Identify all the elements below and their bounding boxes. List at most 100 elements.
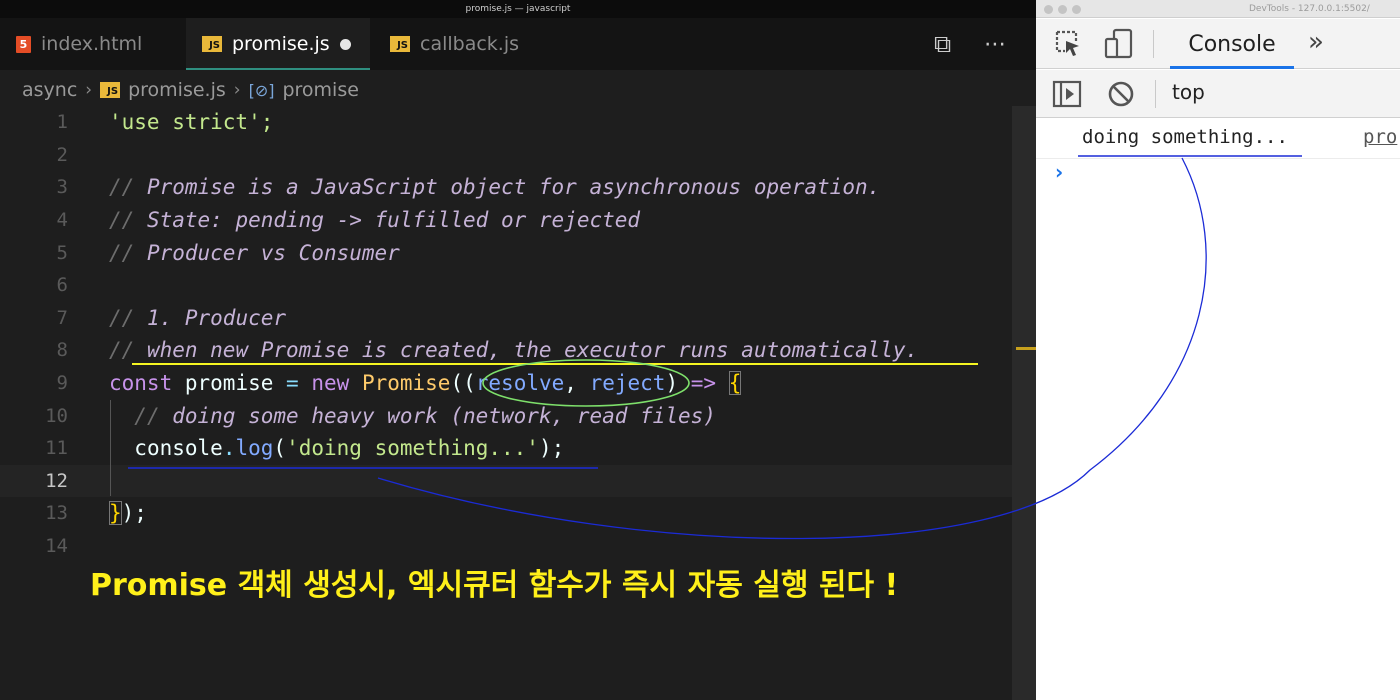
object-console: console bbox=[134, 436, 223, 461]
caption-subtitle: Promise 객체 생성시, 엑시큐터 함수가 즉시 자동 실행 된다 ! bbox=[90, 568, 899, 603]
line-number: 12 bbox=[45, 469, 68, 492]
function-log: log bbox=[235, 436, 274, 461]
line-number: 8 bbox=[56, 339, 68, 362]
console-source-link[interactable]: pro bbox=[1363, 126, 1397, 148]
console-message: doing something... bbox=[1082, 126, 1288, 148]
paren-open: ( bbox=[273, 436, 287, 461]
comment-slash: // bbox=[134, 403, 160, 428]
line-number: 9 bbox=[56, 372, 68, 395]
operator-assign: = bbox=[286, 371, 299, 396]
vertical-scrollbar[interactable] bbox=[1012, 106, 1036, 700]
maximize-window-icon[interactable] bbox=[1072, 5, 1081, 14]
code-line-1: 1 'use strict'; bbox=[0, 106, 1012, 139]
code-line-7: 7 // 1. Producer bbox=[0, 302, 1012, 335]
code-line-12: 12 bbox=[0, 464, 1012, 498]
code-comment: Promise is a JavaScript object for async… bbox=[146, 175, 881, 200]
tab-index-html[interactable]: 5 index.html bbox=[0, 18, 186, 70]
breadcrumb-symbol[interactable]: promise bbox=[282, 79, 358, 101]
console-prompt-icon[interactable]: › bbox=[1055, 160, 1063, 184]
tab-bar: 5 index.html JS promise.js JS callback.j… bbox=[0, 18, 1036, 70]
code-line-3: 3 // Promise is a JavaScript object for … bbox=[0, 171, 1012, 204]
dot: . bbox=[222, 436, 236, 461]
code-comment: 1. Producer bbox=[146, 305, 287, 330]
indent-guide bbox=[110, 400, 111, 496]
code-line-8: 8 // when new Promise is created, the ex… bbox=[0, 334, 1012, 367]
code-editor: promise.js — javascript 5 index.html JS … bbox=[0, 0, 1036, 700]
line-number: 2 bbox=[56, 143, 68, 166]
keyword-new: new bbox=[311, 371, 350, 396]
keyword-const: const bbox=[109, 371, 173, 396]
tab-callback-js[interactable]: JS callback.js bbox=[374, 18, 544, 70]
clear-console-icon[interactable] bbox=[1107, 80, 1135, 108]
breadcrumb-file[interactable]: promise.js bbox=[128, 79, 226, 101]
paren-close: ) bbox=[665, 371, 679, 396]
variable-promise: promise bbox=[184, 371, 274, 396]
param-resolve: resolve bbox=[475, 371, 565, 396]
code-line-9: 9 const promise = new Promise((resolve, … bbox=[0, 367, 1012, 400]
paren-close: ); bbox=[538, 436, 565, 461]
more-tabs-icon[interactable]: » bbox=[1308, 27, 1324, 57]
split-editor-icon[interactable]: ⧉ bbox=[934, 18, 951, 70]
code-line-11: 11 console. log('doing something...'); bbox=[0, 432, 1012, 465]
comment-slash: // bbox=[109, 240, 135, 265]
string-literal: 'doing something...' bbox=[286, 436, 539, 461]
paren-open: (( bbox=[450, 371, 476, 396]
more-actions-icon[interactable]: ⋯ bbox=[984, 18, 1006, 70]
code-line-10: 10 // doing some heavy work (network, re… bbox=[0, 399, 1012, 432]
brace-close: } bbox=[109, 501, 122, 526]
html-file-icon: 5 bbox=[16, 35, 31, 53]
line-number: 6 bbox=[56, 274, 68, 297]
tab-label: index.html bbox=[41, 33, 143, 55]
code-comment: when new Promise is created, the executo… bbox=[146, 338, 919, 363]
comment-slash: // bbox=[109, 175, 135, 200]
comment-slash: // bbox=[109, 305, 135, 330]
tab-console[interactable]: Console bbox=[1170, 19, 1294, 69]
code-line-14: 14 bbox=[0, 530, 1012, 563]
comment-slash: // bbox=[109, 208, 135, 233]
inspect-icon[interactable] bbox=[1054, 29, 1082, 59]
code-comment: doing some heavy work (network, read fil… bbox=[172, 403, 716, 428]
devtools-toolbar: Console » bbox=[1036, 19, 1400, 69]
tab-label: callback.js bbox=[420, 33, 520, 55]
toolbar-divider bbox=[1155, 80, 1156, 108]
js-file-icon: JS bbox=[100, 82, 121, 98]
devtools-panel: DevTools - 127.0.0.1:5502/ Console » top… bbox=[1036, 0, 1400, 700]
tab-label: promise.js bbox=[232, 33, 330, 55]
code-text: ); bbox=[121, 501, 147, 526]
line-number: 10 bbox=[45, 404, 68, 427]
variable-symbol-icon: [⊘] bbox=[248, 80, 275, 100]
code-text: 'use strict'; bbox=[109, 110, 274, 135]
tab-promise-js[interactable]: JS promise.js bbox=[186, 18, 370, 70]
code-line-5: 5 // Producer vs Consumer bbox=[0, 236, 1012, 269]
chevron-right-icon: › bbox=[233, 80, 241, 100]
code-line-6: 6 bbox=[0, 269, 1012, 302]
unsaved-dot-icon[interactable] bbox=[339, 38, 351, 50]
line-number: 13 bbox=[45, 502, 68, 525]
breadcrumb: async › JS promise.js › [⊘] promise bbox=[22, 76, 359, 104]
param-reject: reject bbox=[589, 371, 666, 396]
code-comment: Producer vs Consumer bbox=[146, 240, 400, 265]
code-line-2: 2 bbox=[0, 139, 1012, 172]
arrow: => bbox=[690, 371, 717, 396]
code-line-13: 13 }); bbox=[0, 497, 1012, 530]
line-number: 14 bbox=[45, 535, 68, 558]
device-toggle-icon[interactable] bbox=[1104, 28, 1134, 60]
minimize-window-icon[interactable] bbox=[1058, 5, 1067, 14]
context-selector[interactable]: top bbox=[1172, 80, 1205, 104]
chevron-right-icon: › bbox=[85, 80, 93, 100]
comment-slash: // bbox=[109, 338, 135, 363]
line-number: 1 bbox=[56, 111, 68, 134]
code-line-4: 4 // State: pending -> fulfilled or reje… bbox=[0, 204, 1012, 237]
message-divider bbox=[1036, 158, 1400, 159]
devtools-titlebar: DevTools - 127.0.0.1:5502/ bbox=[1036, 0, 1400, 18]
breadcrumb-folder[interactable]: async bbox=[22, 79, 77, 101]
js-file-icon: JS bbox=[390, 36, 410, 52]
line-number: 5 bbox=[56, 241, 68, 264]
brace-open: { bbox=[728, 371, 742, 396]
window-title: promise.js — javascript bbox=[0, 0, 1036, 18]
sidebar-toggle-icon[interactable] bbox=[1052, 80, 1082, 108]
line-number: 4 bbox=[56, 209, 68, 232]
console-toolbar: top bbox=[1036, 70, 1400, 118]
close-window-icon[interactable] bbox=[1044, 5, 1053, 14]
scrollbar-marker bbox=[1016, 347, 1036, 350]
